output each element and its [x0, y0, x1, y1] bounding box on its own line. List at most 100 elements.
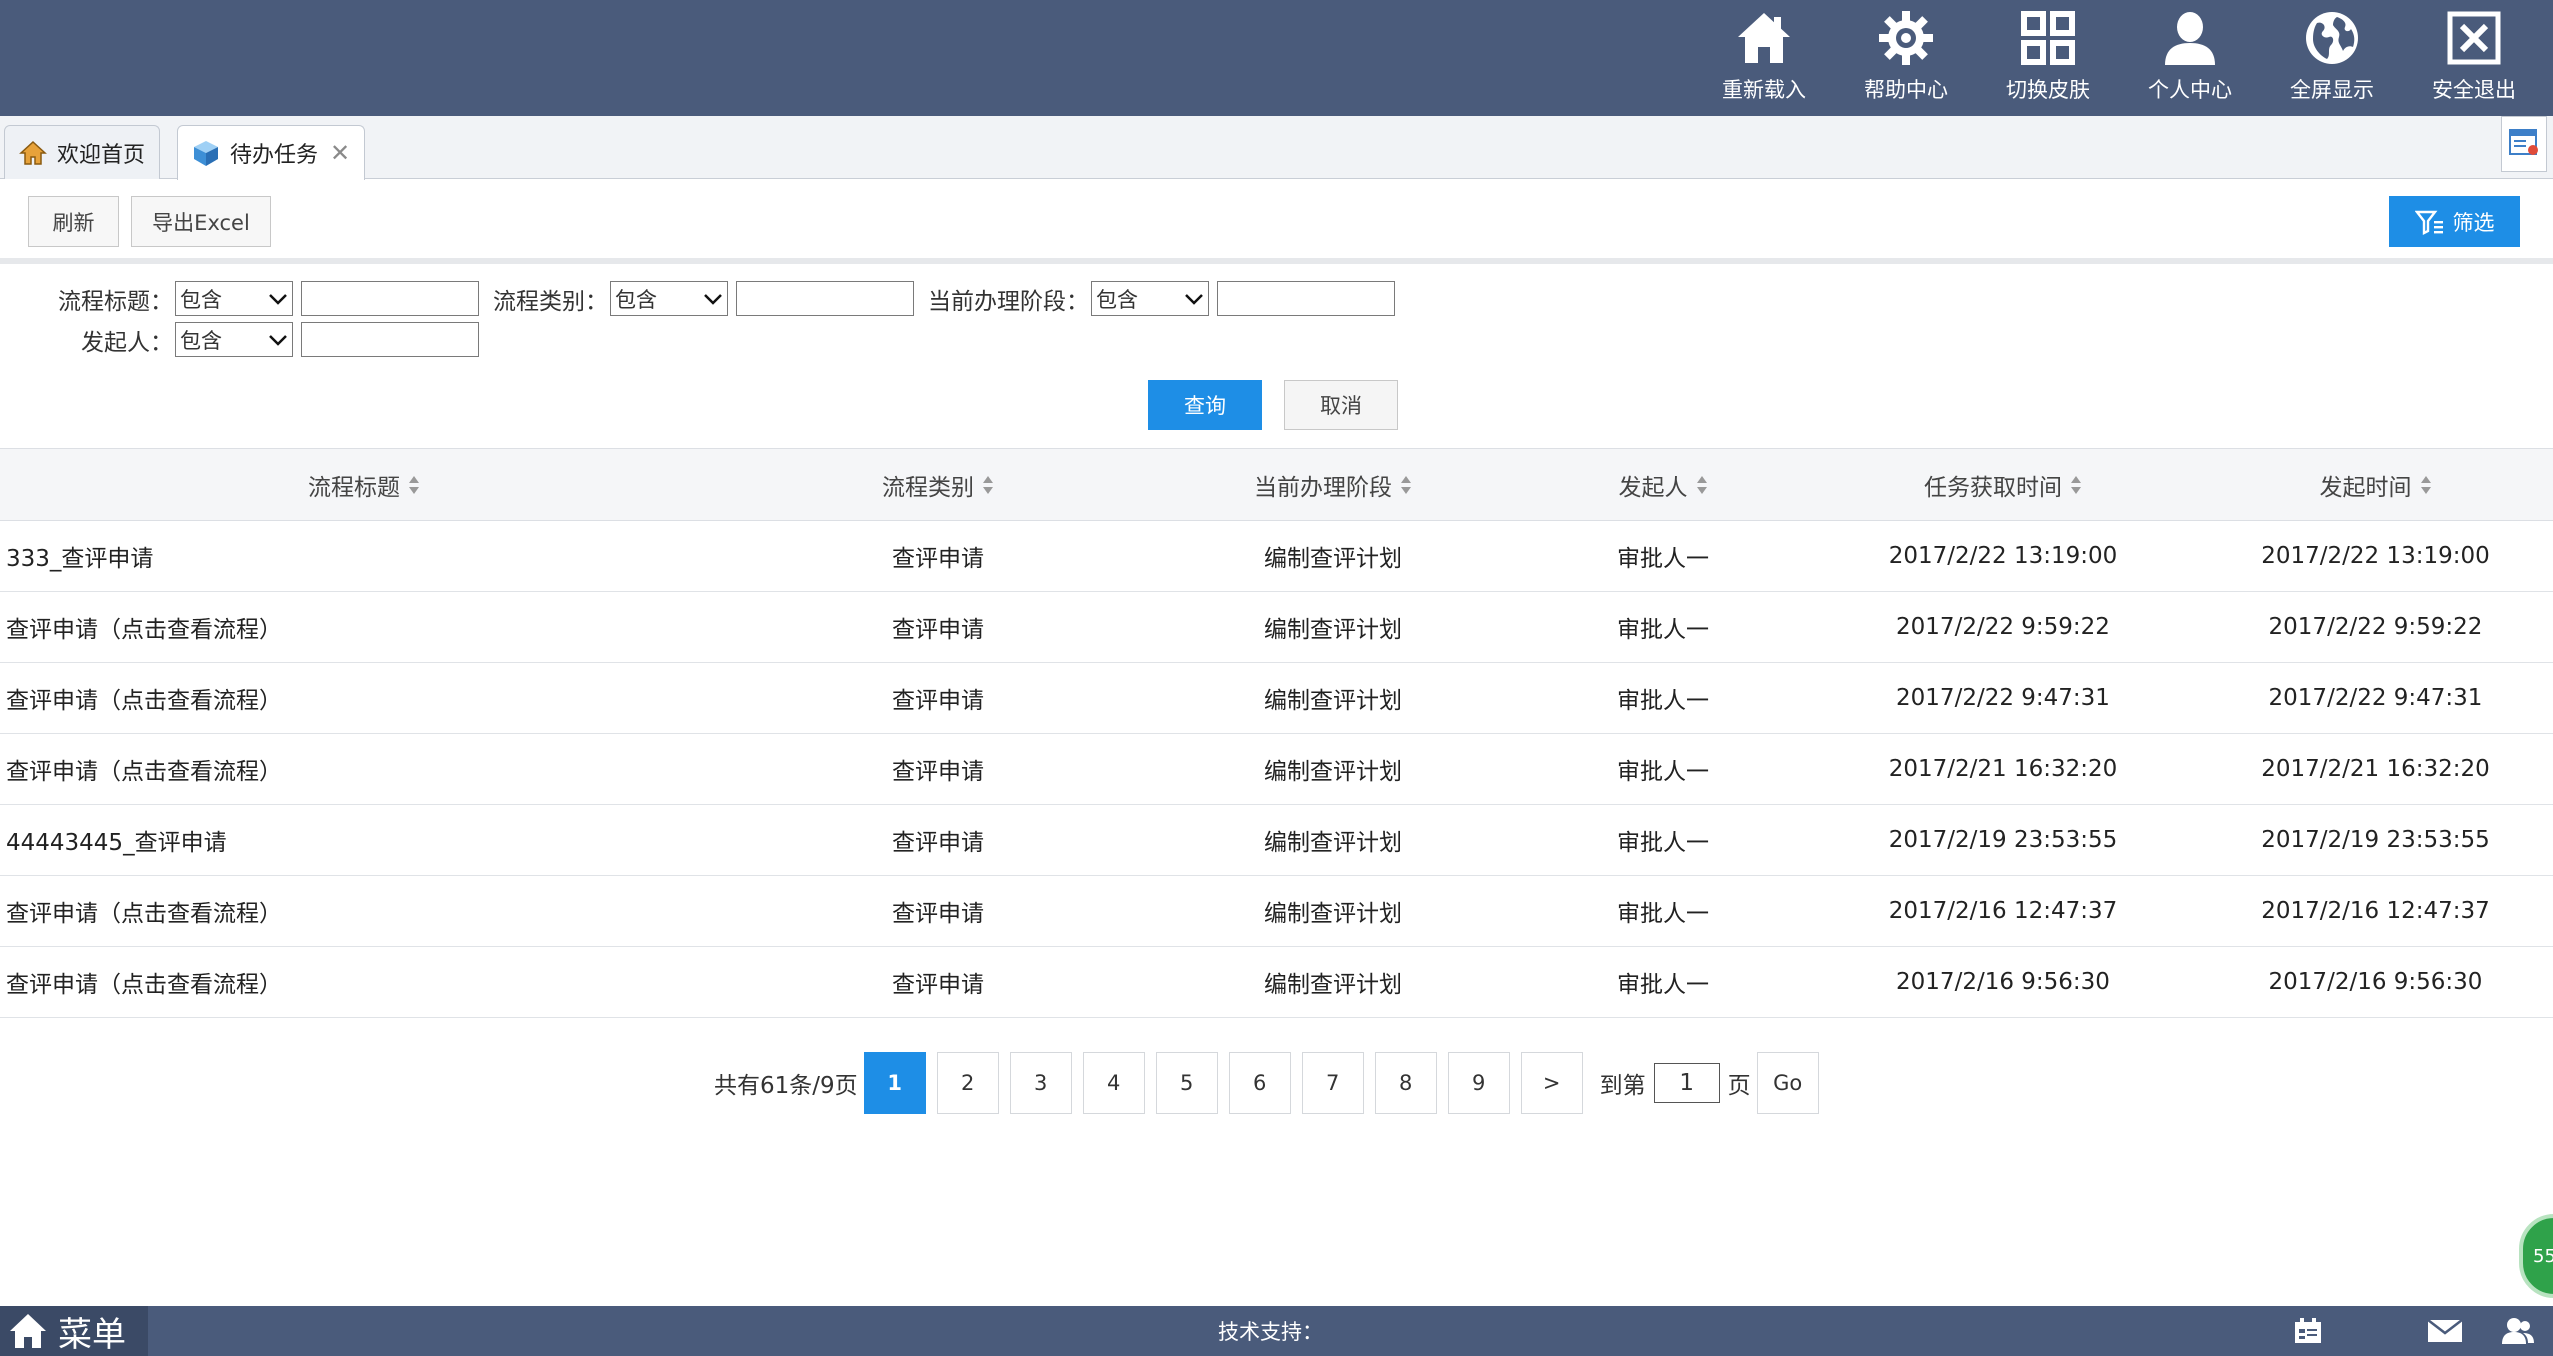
refresh-button[interactable]: 刷新 — [28, 196, 119, 247]
safe-exit-label: 安全退出 — [2432, 78, 2516, 102]
cell-task-time: 2017/2/21 16:32:20 — [1808, 733, 2198, 805]
menu-button[interactable]: 菜单 — [0, 1306, 148, 1356]
table-row[interactable]: 333_查评申请 查评申请 编制查评计划 审批人一 2017/2/22 13:1… — [0, 520, 2553, 592]
page-button-5[interactable]: 5 — [1155, 1052, 1218, 1114]
table-row[interactable]: 查评申请（点击查看流程） 查评申请 编制查评计划 审批人一 2017/2/16 … — [0, 946, 2553, 1018]
column-header-start-time[interactable]: 发起时间 — [2198, 448, 2553, 521]
page-button-9[interactable]: 9 — [1447, 1052, 1510, 1114]
cancel-button[interactable]: 取消 — [1284, 380, 1398, 430]
column-header-label: 发起人 — [1618, 474, 1688, 501]
export-excel-button[interactable]: 导出Excel — [131, 196, 271, 247]
cell-start-time: 2017/2/19 23:53:55 — [2198, 804, 2553, 876]
cell-start-time: 2017/2/22 9:47:31 — [2198, 662, 2553, 734]
close-icon[interactable]: ✕ — [330, 139, 350, 167]
type-filter-input[interactable] — [736, 281, 914, 316]
personal-center-button[interactable]: 个人中心 — [2119, 0, 2261, 116]
cell-title[interactable]: 查评申请（点击查看流程） — [0, 591, 728, 663]
cell-task-time: 2017/2/22 13:19:00 — [1808, 520, 2198, 592]
grid-icon — [2016, 6, 2080, 70]
sort-icon — [1696, 475, 1708, 501]
stage-operator-value: 包含 — [1096, 287, 1138, 312]
cell-title[interactable]: 查评申请（点击查看流程） — [0, 733, 728, 805]
cell-title[interactable]: 44443445_查评申请 — [0, 804, 728, 876]
column-header-initiator[interactable]: 发起人 — [1518, 448, 1808, 521]
cell-task-time: 2017/2/16 12:47:37 — [1808, 875, 2198, 947]
home-icon — [19, 140, 47, 166]
calendar-icon[interactable] — [2290, 1316, 2326, 1346]
bottom-bar: 菜单 技术支持： — [0, 1306, 2553, 1356]
filter-label: 筛选 — [2452, 210, 2495, 235]
cell-task-time: 2017/2/16 9:56:30 — [1808, 946, 2198, 1018]
initiator-filter-input[interactable] — [301, 322, 479, 357]
switch-skin-label: 切换皮肤 — [2006, 78, 2090, 102]
column-header-task-time[interactable]: 任务获取时间 — [1808, 448, 2198, 521]
initiator-operator-select[interactable]: 包含 — [175, 322, 293, 357]
page-button-6[interactable]: 6 — [1228, 1052, 1291, 1114]
gear-icon — [1874, 6, 1938, 70]
cell-task-time: 2017/2/22 9:59:22 — [1808, 591, 2198, 663]
switch-skin-button[interactable]: 切换皮肤 — [1977, 0, 2119, 116]
page-button-4[interactable]: 4 — [1082, 1052, 1145, 1114]
stage-filter-input[interactable] — [1217, 281, 1395, 316]
page-button-3[interactable]: 3 — [1009, 1052, 1072, 1114]
sort-icon — [1400, 475, 1412, 501]
column-header-label: 流程标题 — [308, 474, 400, 501]
column-header-type[interactable]: 流程类别 — [728, 448, 1148, 521]
globe-icon — [2300, 6, 2364, 70]
title-operator-select[interactable]: 包含 — [175, 281, 293, 316]
cell-start-time: 2017/2/21 16:32:20 — [2198, 733, 2553, 805]
table-row[interactable]: 查评申请（点击查看流程） 查评申请 编制查评计划 审批人一 2017/2/22 … — [0, 591, 2553, 663]
reload-button[interactable]: 重新载入 — [1693, 0, 1835, 116]
cell-start-time: 2017/2/22 13:19:00 — [2198, 520, 2553, 592]
cube-icon — [192, 139, 220, 167]
column-header-stage[interactable]: 当前办理阶段 — [1148, 448, 1518, 521]
table-row[interactable]: 查评申请（点击查看流程） 查评申请 编制查评计划 审批人一 2017/2/22 … — [0, 662, 2553, 734]
sort-icon — [408, 475, 420, 501]
query-button[interactable]: 查询 — [1148, 380, 1262, 430]
cell-initiator: 审批人一 — [1518, 804, 1808, 876]
table-row[interactable]: 44443445_查评申请 查评申请 编制查评计划 审批人一 2017/2/19… — [0, 804, 2553, 876]
tab-pending-label: 待办任务 — [230, 143, 319, 168]
cell-title[interactable]: 333_查评申请 — [0, 520, 728, 592]
chat-bubble[interactable]: 55 — [2519, 1214, 2553, 1298]
safe-exit-button[interactable]: 安全退出 — [2403, 0, 2545, 116]
menu-label: 菜单 — [58, 1314, 126, 1355]
page-button-1[interactable]: 1 — [863, 1052, 926, 1114]
page-button-2[interactable]: 2 — [936, 1052, 999, 1114]
cell-initiator: 审批人一 — [1518, 946, 1808, 1018]
cell-initiator: 审批人一 — [1518, 875, 1808, 947]
next-page-button[interactable]: > — [1520, 1052, 1583, 1114]
goto-page-input[interactable]: 1 — [1653, 1063, 1720, 1103]
cell-stage: 编制查评计划 — [1148, 520, 1518, 592]
filter-icon — [2414, 209, 2445, 235]
filter-button[interactable]: 筛选 — [2389, 196, 2520, 247]
tab-pending-tasks[interactable]: 待办任务 ✕ — [177, 125, 366, 180]
column-header-title[interactable]: 流程标题 — [0, 448, 728, 521]
table-row[interactable]: 查评申请（点击查看流程） 查评申请 编制查评计划 审批人一 2017/2/16 … — [0, 875, 2553, 947]
goto-suffix: 页 — [1727, 1073, 1751, 1099]
stage-operator-select[interactable]: 包含 — [1091, 281, 1209, 316]
table-header-row: 流程标题 流程类别 当前办理阶段 发起人 任务获取时间 发起时间 — [0, 448, 2553, 521]
mail-icon[interactable] — [2427, 1316, 2463, 1346]
tab-welcome-home[interactable]: 欢迎首页 — [4, 125, 161, 179]
cell-title[interactable]: 查评申请（点击查看流程） — [0, 946, 728, 1018]
tab-manager-button[interactable] — [2501, 116, 2547, 172]
type-operator-select[interactable]: 包含 — [610, 281, 728, 316]
users-icon[interactable] — [2500, 1316, 2536, 1346]
table-row[interactable]: 查评申请（点击查看流程） 查评申请 编制查评计划 审批人一 2017/2/21 … — [0, 733, 2553, 805]
cell-stage: 编制查评计划 — [1148, 946, 1518, 1018]
fullscreen-button[interactable]: 全屏显示 — [2261, 0, 2403, 116]
page-button-8[interactable]: 8 — [1374, 1052, 1437, 1114]
cell-title[interactable]: 查评申请（点击查看流程） — [0, 875, 728, 947]
cell-title[interactable]: 查评申请（点击查看流程） — [0, 662, 728, 734]
page-button-7[interactable]: 7 — [1301, 1052, 1364, 1114]
title-filter-input[interactable] — [301, 281, 479, 316]
cell-initiator: 审批人一 — [1518, 520, 1808, 592]
cell-stage: 编制查评计划 — [1148, 662, 1518, 734]
go-button[interactable]: Go — [1756, 1052, 1819, 1114]
initiator-filter-label: 发起人： — [81, 329, 173, 356]
fullscreen-label: 全屏显示 — [2290, 78, 2374, 102]
cell-type: 查评申请 — [728, 733, 1148, 805]
help-center-button[interactable]: 帮助中心 — [1835, 0, 1977, 116]
top-nav: 重新载入 帮助中心 切换皮肤 个人中心 全屏显示 安全退出 — [1693, 0, 2545, 116]
